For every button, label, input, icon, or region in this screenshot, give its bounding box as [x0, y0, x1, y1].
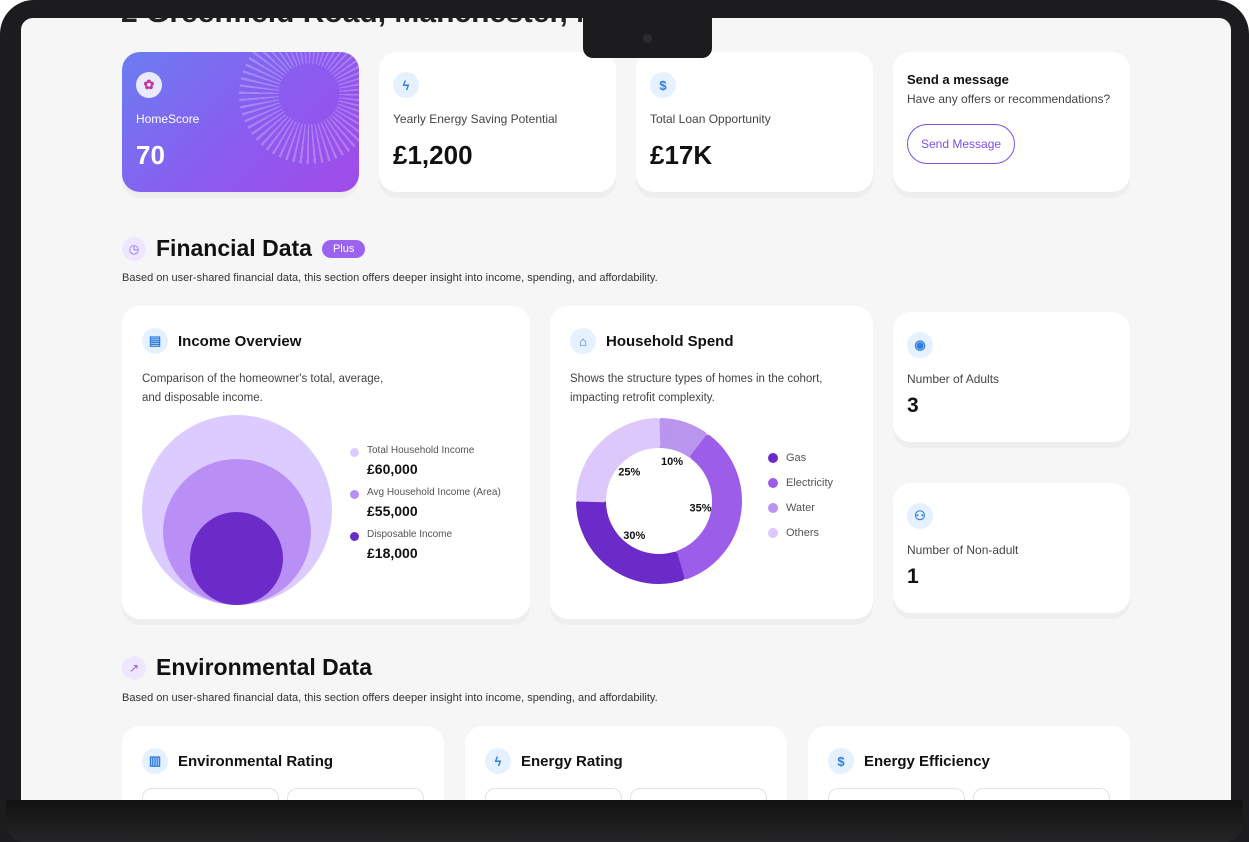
legend-value: £60,000 — [367, 461, 418, 477]
energy-saving-label: Yearly Energy Saving Potential — [393, 112, 558, 126]
income-title: Income Overview — [178, 332, 302, 350]
spend-legend-item: Others — [768, 527, 833, 539]
income-overview-card: ▤ Income Overview Comparison of the homeo… — [122, 306, 530, 619]
rating-box — [485, 788, 622, 800]
user-icon: ◉ — [907, 332, 933, 358]
send-message-button[interactable]: Send Message — [907, 124, 1016, 164]
loan-label: Total Loan Opportunity — [650, 112, 771, 126]
environmental-title: Environmental Data — [156, 654, 372, 680]
adults-value: 3 — [907, 394, 919, 417]
spend-legend-label: Water — [786, 502, 815, 514]
nonadults-value: 1 — [907, 565, 919, 588]
legend-dot — [768, 478, 778, 488]
homescore-card[interactable]: ✿ HomeScore 70 — [122, 52, 359, 192]
donut-slice-others — [576, 418, 661, 503]
legend-label: Disposable Income — [367, 529, 453, 540]
legend-label: Avg Household Income (Area) — [367, 487, 501, 498]
environmental-description: Based on user-shared financial data, thi… — [122, 692, 658, 704]
energy-saving-value: £1,200 — [393, 140, 473, 170]
legend-dot — [768, 453, 778, 463]
spend-legend-label: Others — [786, 527, 820, 539]
income-legend: Total Household Income £60,000 Avg Househ… — [350, 445, 501, 571]
bar-chart-icon: ▥ — [142, 748, 168, 774]
page-title: 2 Greenfield Road, Manchester, M2 — [121, 18, 618, 30]
nonadults-label: Number of Non-adult — [907, 543, 1019, 557]
energy-rating-card: ϟ Energy Rating — [465, 726, 787, 800]
income-bubble-chart — [142, 415, 332, 605]
chart-icon: ◷ — [122, 236, 146, 261]
energy-saving-card[interactable]: ϟ Yearly Energy Saving Potential £1,200 — [379, 52, 616, 192]
household-spend-card: ⌂ Household Spend Shows the structure typ… — [550, 306, 873, 619]
donut-label-water: 10% — [661, 456, 683, 468]
laptop-base — [6, 800, 1243, 842]
trend-icon: ↗ — [122, 655, 146, 680]
legend-item: Disposable Income £18,000 — [350, 529, 501, 561]
legend-label: Total Household Income — [367, 445, 475, 456]
env-card-title: Energy Efficiency — [864, 752, 990, 770]
nonadults-card: ⚇ Number of Non-adult 1 — [893, 483, 1130, 613]
donut-label-electricity: 35% — [689, 503, 711, 515]
hand-coin-icon: $ — [828, 748, 854, 774]
message-card: Send a message Have any offers or recomm… — [893, 52, 1130, 192]
screen: 2 Greenfield Road, Manchester, M2 ✿ Home… — [21, 18, 1231, 800]
legend-value: £55,000 — [367, 503, 418, 519]
environmental-rating-card: ▥ Environmental Rating — [122, 726, 444, 800]
donut-label-others: 25% — [618, 466, 640, 478]
financial-description: Based on user-shared financial data, thi… — [122, 272, 658, 284]
camera-notch — [583, 18, 712, 58]
adults-card: ◉ Number of Adults 3 — [893, 312, 1130, 442]
legend-dot — [350, 448, 359, 457]
donut-label-gas: 30% — [623, 530, 645, 542]
rating-box — [142, 788, 279, 800]
spend-description-1: Shows the structure types of homes in th… — [570, 373, 823, 385]
spend-legend-item: Gas — [768, 452, 833, 464]
users-icon: ⚇ — [907, 503, 933, 529]
rating-box — [287, 788, 424, 800]
env-card-title: Energy Rating — [521, 752, 623, 770]
wallet-icon: ▤ — [142, 328, 168, 354]
financial-section-header: ◷ Financial Data Plus — [122, 235, 366, 262]
spend-legend-label: Electricity — [786, 477, 834, 489]
legend-value: £18,000 — [367, 545, 418, 561]
message-title: Send a message — [907, 72, 1009, 87]
lightning-icon: ϟ — [485, 748, 511, 774]
legend-dot — [768, 528, 778, 538]
adults-label: Number of Adults — [907, 372, 1000, 386]
spend-description-2: impacting retrofit complexity. — [570, 392, 715, 404]
spend-legend: Gas Electricity Water Others — [768, 452, 833, 552]
homescore-icon: ✿ — [136, 72, 162, 98]
legend-dot — [768, 503, 778, 513]
legend-dot — [350, 532, 359, 541]
spend-title: Household Spend — [606, 332, 734, 350]
camera-icon — [643, 34, 652, 43]
lightning-icon: ϟ — [393, 72, 419, 98]
income-description-2: and disposable income. — [142, 392, 263, 404]
legend-dot — [350, 490, 359, 499]
spend-donut-chart: 10% 35% 30% 25% — [576, 418, 742, 584]
environmental-section-header: ↗ Environmental Data — [122, 654, 372, 681]
loan-value: £17K — [650, 140, 713, 170]
hand-coin-icon: $ — [650, 72, 676, 98]
message-subtitle: Have any offers or recommendations? — [907, 92, 1111, 106]
spend-legend-item: Water — [768, 502, 833, 514]
house-chart-icon: ⌂ — [570, 328, 596, 354]
legend-item: Avg Household Income (Area) £55,000 — [350, 487, 501, 519]
rating-box — [630, 788, 767, 800]
financial-title: Financial Data — [156, 235, 312, 261]
energy-efficiency-card: $ Energy Efficiency — [808, 726, 1130, 800]
env-card-title: Environmental Rating — [178, 752, 334, 770]
legend-item: Total Household Income £60,000 — [350, 445, 501, 477]
bubble-disposable — [190, 512, 283, 605]
rating-box — [973, 788, 1110, 800]
spend-legend-item: Electricity — [768, 477, 833, 489]
plus-badge: Plus — [321, 239, 366, 258]
rating-box — [828, 788, 965, 800]
loan-card[interactable]: $ Total Loan Opportunity £17K — [636, 52, 873, 192]
income-description-1: Comparison of the homeowner's total, ave… — [142, 373, 384, 385]
spend-legend-label: Gas — [786, 452, 807, 464]
